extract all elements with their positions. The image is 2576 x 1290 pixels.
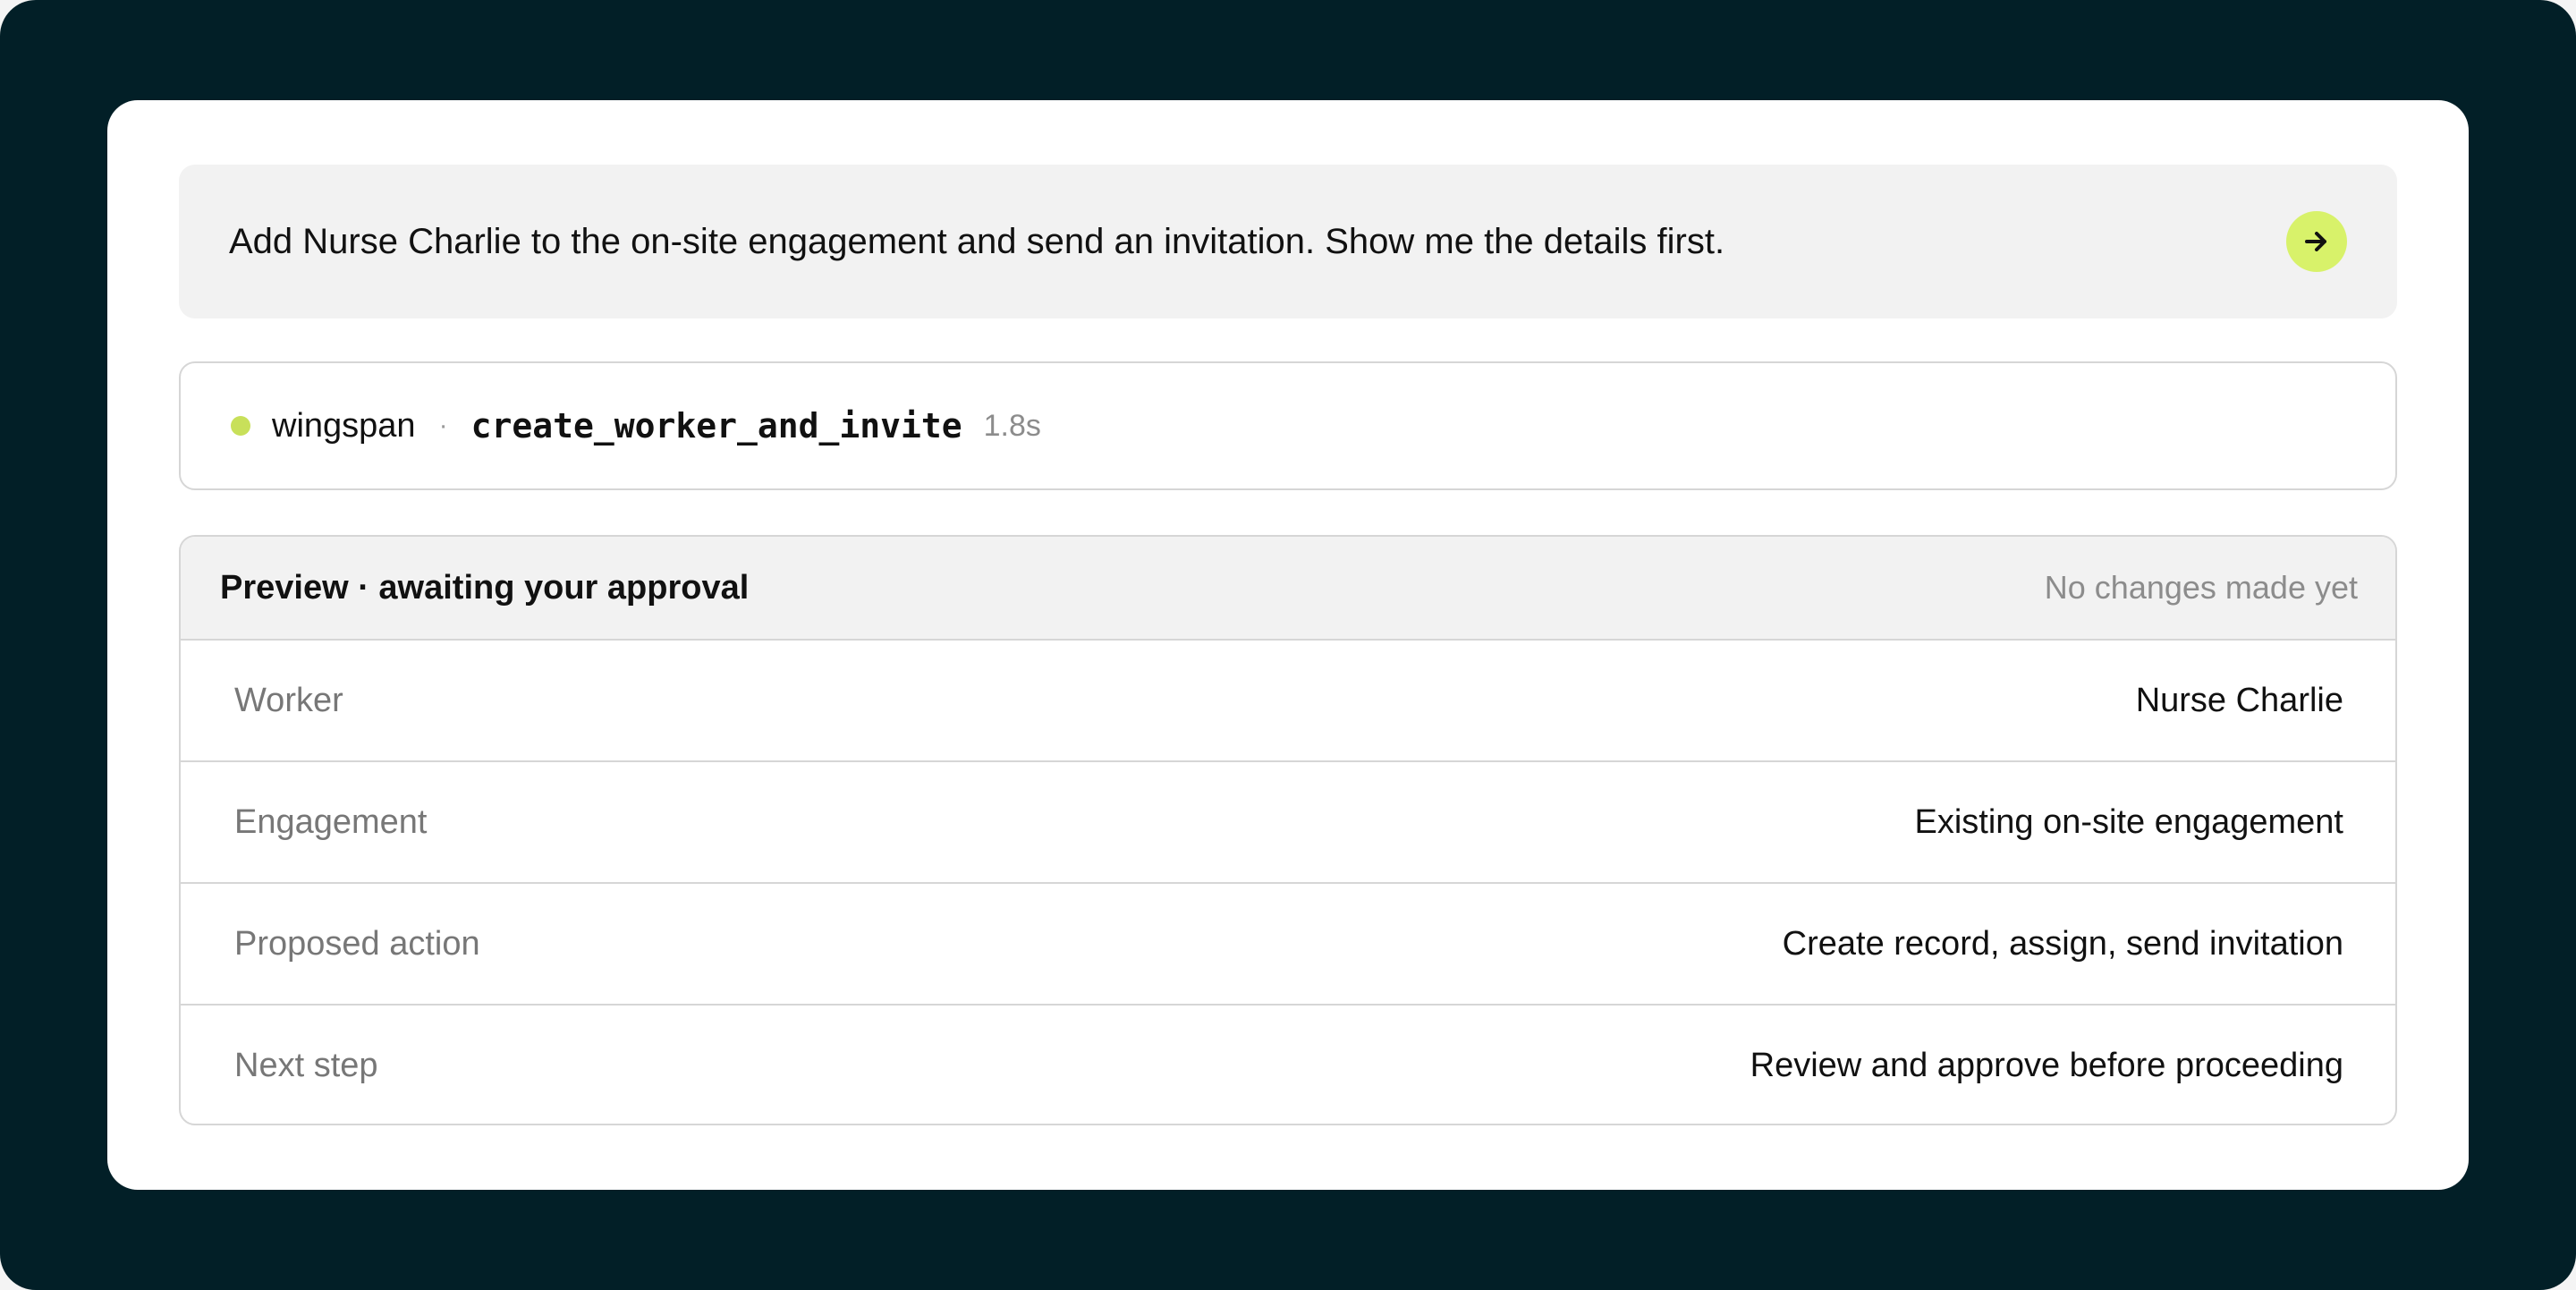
chat-card: Add Nurse Charlie to the on-site engagem… <box>107 100 2469 1190</box>
detail-label: Proposed action <box>234 925 480 963</box>
preview-title: Preview · awaiting your approval <box>220 569 750 607</box>
detail-value: Create record, assign, send invitation <box>1782 925 2343 963</box>
send-button[interactable] <box>2286 211 2347 272</box>
detail-row-engagement: Engagement Existing on-site engagement <box>181 762 2395 884</box>
detail-row-next-step: Next step Review and approve before proc… <box>181 1006 2395 1124</box>
tool-call-row[interactable]: wingspan · create_worker_and_invite 1.8s <box>179 361 2397 490</box>
preview-status-note: No changes made yet <box>2044 569 2358 606</box>
detail-value: Existing on-site engagement <box>1914 803 2343 841</box>
detail-value: Nurse Charlie <box>2135 682 2343 719</box>
app-frame: Add Nurse Charlie to the on-site engagem… <box>0 0 2576 1290</box>
tool-separator: · <box>438 411 448 440</box>
tool-source: wingspan <box>272 406 416 445</box>
user-prompt-text: Add Nurse Charlie to the on-site engagem… <box>229 222 1725 261</box>
tool-duration: 1.8s <box>983 408 1041 443</box>
detail-label: Worker <box>234 682 343 719</box>
preview-header: Preview · awaiting your approval No chan… <box>181 537 2395 641</box>
detail-label: Engagement <box>234 803 428 841</box>
preview-panel: Preview · awaiting your approval No chan… <box>179 535 2397 1125</box>
user-prompt-bubble: Add Nurse Charlie to the on-site engagem… <box>179 165 2397 318</box>
status-dot-icon <box>231 416 250 436</box>
arrow-right-icon <box>2305 232 2328 251</box>
tool-name: create_worker_and_invite <box>470 406 962 446</box>
detail-label: Next step <box>234 1047 378 1084</box>
detail-row-proposed-action: Proposed action Create record, assign, s… <box>181 884 2395 1006</box>
detail-row-worker: Worker Nurse Charlie <box>181 641 2395 762</box>
detail-value: Review and approve before proceeding <box>1750 1047 2343 1084</box>
preview-details: Worker Nurse Charlie Engagement Existing… <box>181 641 2395 1124</box>
